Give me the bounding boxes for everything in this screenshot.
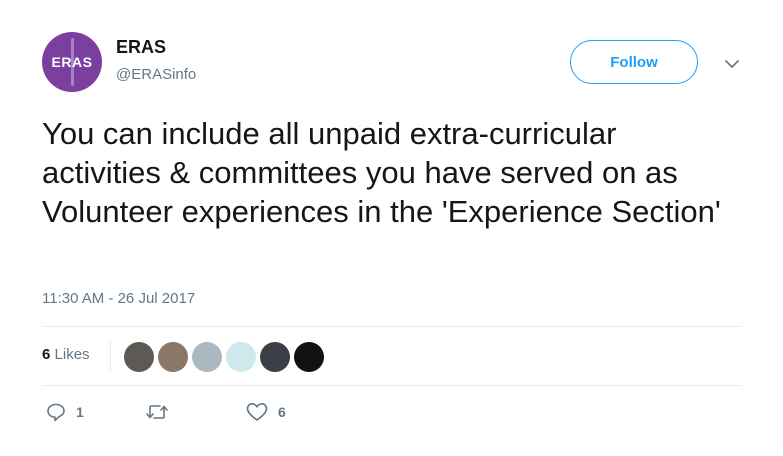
divider-bottom [42, 385, 742, 386]
author-name[interactable]: ERAS [116, 37, 166, 58]
like-button[interactable]: 6 [246, 402, 286, 422]
avatar[interactable]: ERAS [42, 32, 102, 92]
heart-icon [246, 403, 268, 421]
reply-button[interactable]: 1 [46, 402, 84, 422]
liker-5-avatar[interactable] [260, 342, 290, 372]
liker-6-avatar[interactable] [294, 342, 324, 372]
reply-icon [47, 403, 65, 422]
liker-4-avatar[interactable] [226, 342, 256, 372]
retweet-button[interactable] [146, 402, 178, 422]
liker-3-avatar[interactable] [192, 342, 222, 372]
likes-stat[interactable]: 6 Likes [42, 346, 90, 363]
liker-2-avatar[interactable] [158, 342, 188, 372]
stats-separator [110, 340, 111, 372]
likes-label: Likes [54, 346, 90, 363]
likes-count: 6 [42, 346, 51, 363]
likers-avatars [124, 342, 324, 372]
tweet-timestamp[interactable]: 11:30 AM - 26 Jul 2017 [42, 290, 195, 307]
retweet-icon [146, 405, 168, 419]
tweet-text: You can include all unpaid extra-curricu… [42, 116, 721, 229]
like-count: 6 [278, 404, 286, 420]
liker-1-avatar[interactable] [124, 342, 154, 372]
follow-button[interactable]: Follow [570, 40, 698, 84]
chevron-down-icon[interactable] [722, 54, 742, 74]
reply-count: 1 [76, 404, 84, 420]
avatar-logo-text: ERAS [51, 54, 93, 70]
divider-top [42, 326, 742, 327]
author-handle[interactable]: @ERASinfo [116, 66, 196, 83]
chevron-down-icon-svg [725, 60, 739, 68]
